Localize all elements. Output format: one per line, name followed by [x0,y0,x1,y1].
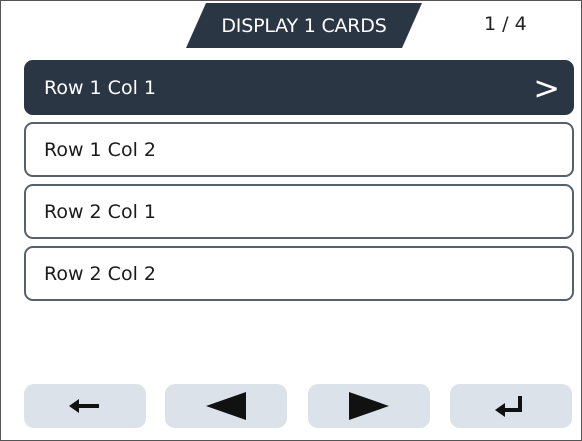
chevron-right-icon: > [533,68,560,107]
arrow-left-icon [69,399,99,413]
card-row1-col1[interactable]: Row 1 Col 1 > [24,60,574,115]
enter-button[interactable] [450,384,572,428]
previous-button[interactable] [165,384,287,428]
card-list: Row 1 Col 1 > Row 1 Col 2 Row 2 Col 1 Ro… [24,60,574,308]
triangle-right-icon [349,392,389,420]
card-label: Row 2 Col 2 [44,262,156,285]
next-button[interactable] [308,384,430,428]
footer-controls [24,384,574,428]
header-tab: DISPLAY 1 CARDS [186,3,422,48]
card-label: Row 1 Col 1 [44,76,156,99]
card-label: Row 1 Col 2 [44,138,156,161]
triangle-left-icon [206,392,246,420]
card-row2-col1[interactable]: Row 2 Col 1 [24,184,574,239]
page-title: DISPLAY 1 CARDS [221,14,387,37]
card-row1-col2[interactable]: Row 1 Col 2 [24,122,574,177]
page-indicator: 1 / 4 [484,13,527,35]
return-icon [495,396,522,417]
card-row2-col2[interactable]: Row 2 Col 2 [24,246,574,301]
card-label: Row 2 Col 1 [44,200,156,223]
back-button[interactable] [24,384,146,428]
